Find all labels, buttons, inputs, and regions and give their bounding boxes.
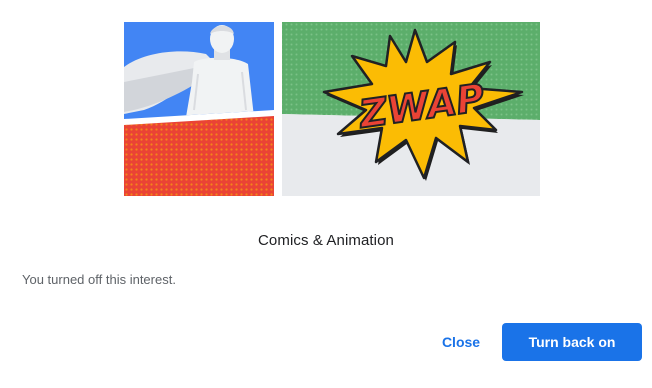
- turn-back-on-button[interactable]: Turn back on: [502, 323, 642, 361]
- hero-panel: [124, 22, 274, 119]
- interest-dialog: ZWAP Comics & Animation You turned off t…: [0, 0, 652, 388]
- comics-illustration: ZWAP: [124, 22, 540, 196]
- halftone-panel: [124, 116, 274, 196]
- close-button[interactable]: Close: [426, 324, 496, 360]
- status-message: You turned off this interest.: [22, 272, 176, 287]
- burst-panel: ZWAP: [282, 22, 540, 196]
- topic-title: Comics & Animation: [257, 232, 395, 249]
